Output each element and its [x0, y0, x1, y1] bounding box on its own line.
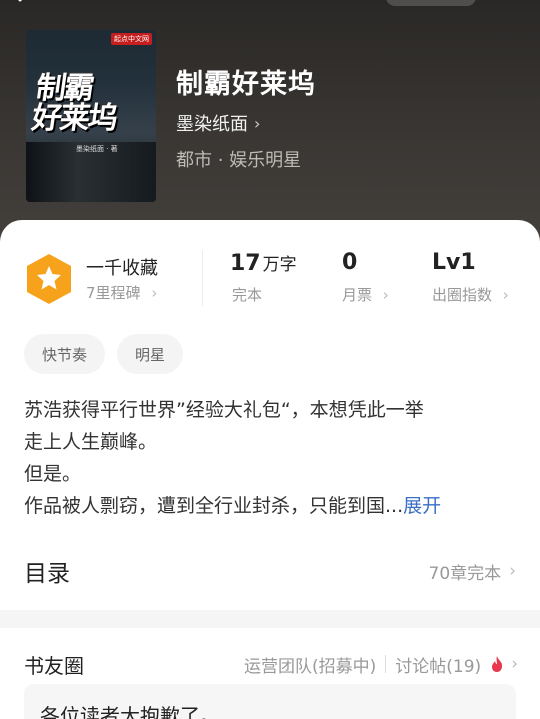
favorites-title: 一千收藏	[86, 258, 158, 279]
ops-team-link[interactable]: 运营团队(招募中)	[244, 652, 376, 677]
tag-chip[interactable]: 明星	[117, 334, 184, 374]
monthly-votes-label: 月票	[342, 286, 373, 304]
popularity-index-label: 出圈指数	[432, 286, 493, 304]
popularity-level: Lv1	[432, 250, 476, 275]
monthly-votes-link[interactable]: 月票 ›	[342, 284, 389, 305]
cover-title: 制霸 好莱坞	[29, 71, 156, 136]
star-badge-icon	[27, 254, 71, 304]
cover-author: 墨染纸面 · 著	[76, 145, 118, 153]
chevron-right-icon: ›	[502, 286, 509, 304]
table-of-contents-row[interactable]: 目录 70章完本 ›	[24, 553, 516, 589]
favorites-milestone[interactable]: 7里程碑 ›	[86, 282, 157, 303]
reader-circle-links: 运营团队(招募中) 讨论帖(19) ›	[244, 652, 518, 677]
synopsis-line-last: 作品被人剽窃，遭到全行业封杀，只能到国...展开	[24, 490, 520, 522]
book-cover[interactable]: 起点中文网 制霸 好莱坞 墨染纸面 · 著	[26, 30, 156, 202]
fire-icon	[492, 656, 503, 672]
cover-badge: 起点中文网	[111, 33, 152, 45]
chevron-right-icon: ›	[382, 286, 389, 304]
tag-list: 快节奏 明星	[24, 334, 184, 374]
stats-row: 一千收藏 7里程碑 › 17 万字 完本 0 月票 › Lv1 出圈指数 ›	[0, 246, 540, 310]
cover-title-line1: 制霸	[33, 71, 95, 106]
chevron-right-icon[interactable]: ›	[511, 654, 518, 674]
reader-circle-header: 书友圈 运营团队(招募中) 讨论帖(19) ›	[24, 646, 518, 682]
tag-chip[interactable]: 快节奏	[24, 334, 106, 374]
synopsis-line: 苏浩获得平行世界”经验大礼包“，本想凭此一举	[24, 399, 424, 421]
cover-title-line2: 好莱坞	[29, 101, 119, 136]
word-count: 17 万字	[230, 250, 297, 276]
popularity-index-link[interactable]: 出圈指数 ›	[432, 284, 509, 305]
synopsis: 苏浩获得平行世界”经验大礼包“，本想凭此一举 走上人生巅峰。 但是。 作品被人剽…	[24, 394, 520, 522]
completion-status: 完本	[232, 286, 263, 304]
reader-circle-title: 书友圈	[24, 653, 84, 678]
milestone-label: 7里程碑	[86, 284, 141, 302]
expand-link[interactable]: 展开	[403, 495, 441, 517]
stats-divider	[202, 250, 203, 306]
toc-info: 70章完本 ›	[429, 559, 516, 584]
chapter-count: 70章完本	[428, 563, 502, 584]
pinned-post-card[interactable]: 各位读者大抱歉了。	[24, 684, 516, 719]
section-divider	[0, 610, 540, 628]
synopsis-truncated-text: 作品被人剽窃，遭到全行业封杀，只能到国...	[24, 495, 404, 517]
post-text: 各位读者大抱歉了。	[40, 704, 220, 719]
discussions-link[interactable]: 讨论帖(19)	[395, 652, 481, 677]
back-icon[interactable]	[14, 0, 40, 8]
top-action-pill[interactable]	[386, 0, 476, 6]
author-name: 墨染纸面	[176, 114, 248, 135]
toc-title: 目录	[24, 561, 70, 587]
monthly-votes-count: 0	[342, 250, 358, 275]
synopsis-line: 走上人生巅峰。	[24, 431, 158, 453]
chevron-right-icon: ›	[254, 113, 261, 133]
synopsis-line: 但是。	[24, 463, 82, 485]
book-title: 制霸好莱坞	[176, 69, 316, 100]
chevron-right-icon: ›	[509, 561, 516, 581]
book-genre: 都市 · 娱乐明星	[176, 150, 302, 171]
word-count-number: 17	[230, 251, 261, 276]
word-count-unit: 万字	[262, 255, 297, 275]
link-separator	[385, 655, 387, 673]
chevron-right-icon: ›	[151, 284, 158, 302]
author-link[interactable]: 墨染纸面 ›	[176, 110, 260, 136]
